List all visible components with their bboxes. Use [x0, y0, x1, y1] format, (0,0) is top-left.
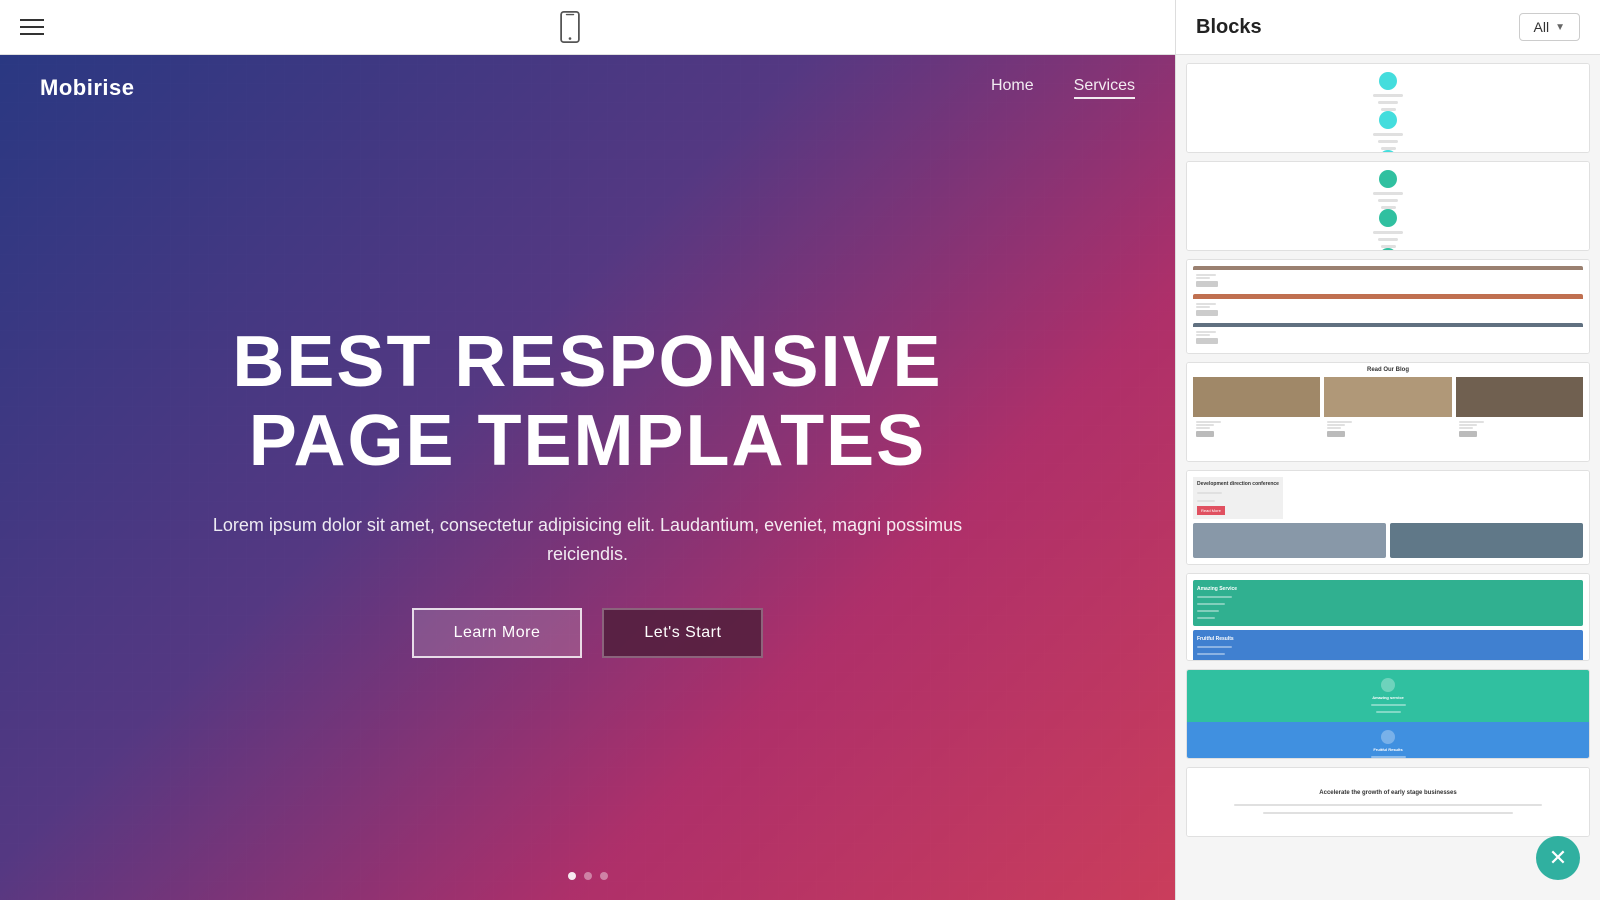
lets-start-button[interactable]: Let's Start — [602, 608, 763, 658]
nav-link-services[interactable]: Services — [1074, 77, 1135, 99]
dot-1[interactable] — [568, 872, 576, 880]
block-thumb-2[interactable] — [1186, 161, 1590, 251]
hero-logo: Mobirise — [40, 75, 134, 101]
hero-title: BEST RESPONSIVE PAGE TEMPLATES — [232, 323, 942, 481]
block-thumb-7[interactable]: Amazing service Fruitful Results Smart S… — [1186, 669, 1590, 759]
thumb-icon-3 — [1379, 150, 1397, 152]
learn-more-button[interactable]: Learn More — [412, 608, 583, 658]
chevron-down-icon: ▼ — [1555, 22, 1565, 33]
close-icon: ✕ — [1549, 845, 1567, 871]
thumb-icon-1 — [1379, 72, 1397, 90]
blocks-scroll[interactable]: Read Our Blog — [1176, 55, 1600, 900]
dot-3[interactable] — [600, 872, 608, 880]
thumb-icon-4 — [1379, 170, 1397, 188]
all-filter-button[interactable]: All ▼ — [1519, 13, 1580, 41]
top-bar — [0, 0, 1175, 55]
panel-title: Blocks — [1196, 16, 1262, 39]
hero-buttons: Learn More Let's Start — [412, 608, 764, 658]
block-thumb-1[interactable] — [1186, 63, 1590, 153]
block-thumb-5[interactable]: Development direction conference Read Mo… — [1186, 470, 1590, 565]
thumb-icon-5 — [1379, 209, 1397, 227]
panel-header: Blocks All ▼ — [1176, 0, 1600, 55]
thumb-icon-6 — [1379, 248, 1397, 250]
hero-content: BEST RESPONSIVE PAGE TEMPLATES Lorem ips… — [0, 121, 1175, 900]
block-thumb-3[interactable] — [1186, 259, 1590, 354]
block-thumb-6[interactable]: Amazing Service Fruitful Results Smart S… — [1186, 573, 1590, 661]
hero-nav-links: Home Services — [991, 77, 1135, 99]
right-panel: Blocks All ▼ — [1175, 0, 1600, 900]
thumb-icon-2 — [1379, 111, 1397, 129]
dot-2[interactable] — [584, 872, 592, 880]
main-area: Mobirise Home Services BEST RESPONSIVE P… — [0, 0, 1175, 900]
block-thumb-4[interactable]: Read Our Blog — [1186, 362, 1590, 462]
hero-nav: Mobirise Home Services — [0, 55, 1175, 121]
thumb-icon-blue — [1381, 730, 1395, 744]
nav-link-home[interactable]: Home — [991, 77, 1034, 99]
phone-preview-icon[interactable] — [558, 11, 582, 43]
block-thumb-8[interactable]: Accelerate the growth of early stage bus… — [1186, 767, 1590, 837]
thumb-icon-teal — [1381, 678, 1395, 692]
hero-subtitle: Lorem ipsum dolor sit amet, consectetur … — [178, 511, 998, 569]
hero-dots — [568, 872, 608, 880]
hero-section: Mobirise Home Services BEST RESPONSIVE P… — [0, 55, 1175, 900]
hamburger-icon[interactable] — [20, 19, 44, 35]
close-button[interactable]: ✕ — [1536, 836, 1580, 880]
